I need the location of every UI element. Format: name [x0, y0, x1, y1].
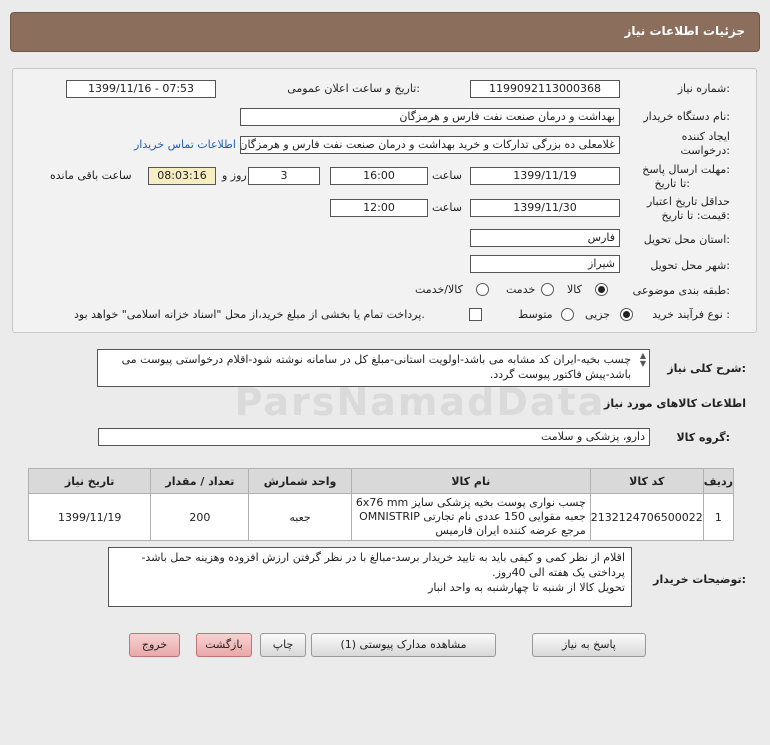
table-header-row: ردیف کد کالا نام کالا واحد شمارش تعداد /…: [27, 468, 735, 494]
need-number-field: 1199092113000368: [470, 80, 620, 98]
exit-button[interactable]: خروج: [129, 633, 180, 657]
category-option-goods-service: کالا/خدمت: [415, 283, 463, 296]
category-option-service: خدمت: [506, 283, 536, 296]
table-row: 1 2132124706500022 چسب نواری پوست بخیه پ…: [27, 493, 735, 541]
price-validity-date: 1399/11/30: [470, 199, 620, 217]
reply-days-field: 3: [248, 167, 320, 185]
requester-field: غلامعلی ده بزرگی تدارکات و خرید بهداشت و…: [240, 136, 620, 154]
process-type-label: نوع فرآیند خرید :: [652, 308, 730, 321]
treasury-payment-checkbox[interactable]: [469, 308, 482, 321]
cell-unit: جعبه: [248, 493, 352, 541]
buyer-notes-line-1: اقلام از نظر کمی و کیفی باید به تایید خر…: [141, 551, 625, 579]
price-validity-label-1: حداقل تاریخ اعتبار: [646, 195, 730, 208]
reply-deadline-date: 1399/11/19: [470, 167, 620, 185]
announce-datetime-label: تاریخ و ساعت اعلان عمومی:: [287, 82, 420, 95]
col-header-unit: واحد شمارش: [248, 468, 352, 494]
price-validity-time: 12:00: [330, 199, 428, 217]
province-field: فارس: [470, 229, 620, 247]
reply-days-label: روز و: [222, 169, 247, 182]
announce-datetime-field: 1399/11/16 - 07:53: [66, 80, 216, 98]
requester-label-2: درخواست:: [680, 144, 731, 157]
reply-deadline-time-label: ساعت: [432, 169, 462, 182]
category-radio-goods[interactable]: [595, 283, 608, 296]
price-validity-label-2: قیمت: تا تاریخ:: [661, 209, 730, 222]
treasury-payment-note: پرداخت تمام یا بخشی از مبلغ خرید،از محل …: [74, 308, 425, 321]
process-option-medium: متوسط: [518, 308, 553, 321]
category-label: طبقه بندی موضوعی:: [632, 284, 730, 297]
process-option-partial: جزیی: [585, 308, 611, 321]
cell-name: چسب نواری پوست بخیه پزشکی سایز 6x76 mm ج…: [350, 493, 591, 541]
goods-table: ردیف کد کالا نام کالا واحد شمارش تعداد /…: [27, 468, 735, 541]
process-radio-medium[interactable]: [561, 308, 574, 321]
col-header-name: نام کالا: [350, 468, 591, 494]
goods-group-label: گروه کالا:: [676, 431, 730, 444]
buyer-notes-box: اقلام از نظر کمی و کیفی باید به تایید خر…: [108, 547, 632, 607]
process-radio-partial[interactable]: [620, 308, 633, 321]
remaining-time-label: ساعت باقی مانده: [50, 169, 132, 182]
description-label: شرح کلی نیاز:: [667, 362, 746, 375]
col-header-qty: تعداد / مقدار: [150, 468, 250, 494]
province-label: استان محل تحویل:: [643, 233, 730, 246]
cell-qty: 200: [150, 493, 250, 541]
reply-button[interactable]: پاسخ به نیاز: [532, 633, 646, 657]
requester-label-1: ایجاد کننده: [681, 130, 730, 143]
buyer-notes-label: توضیحات خریدار:: [653, 573, 746, 586]
view-attachments-button[interactable]: مشاهده مدارک پیوستی (1): [311, 633, 496, 657]
page-header: جزئیات اطلاعات نیاز: [10, 12, 760, 52]
buyer-org-label: نام دستگاه خریدار:: [643, 110, 730, 123]
scroll-arrows-icon[interactable]: ▲ ▼: [640, 352, 646, 368]
cell-code: 2132124706500022: [589, 493, 704, 541]
col-header-code: کد کالا: [589, 468, 704, 494]
price-validity-time-label: ساعت: [432, 201, 462, 214]
back-button[interactable]: بازگشت: [196, 633, 252, 657]
category-radio-goods-service[interactable]: [476, 283, 489, 296]
city-field: شیراز: [470, 255, 620, 273]
cell-date: 1399/11/19: [27, 493, 152, 541]
buyer-contact-link[interactable]: اطلاعات تماس خریدار: [134, 138, 236, 151]
category-option-goods: کالا: [567, 283, 582, 296]
col-header-row: ردیف: [702, 468, 735, 494]
buyer-org-field: بهداشت و درمان صنعت نفت فارس و هرمزگان: [240, 108, 620, 126]
description-textarea[interactable]: چسب بخیه-ایران کد مشابه می باشد-اولویت ا…: [97, 349, 650, 387]
goods-section-title: اطلاعات کالاهای مورد نیاز: [604, 397, 746, 410]
print-button[interactable]: چاپ: [260, 633, 306, 657]
need-number-label: شماره نیاز:: [677, 82, 730, 95]
col-header-date: تاریخ نیاز: [27, 468, 152, 494]
reply-deadline-label-1: مهلت ارسال پاسخ:: [642, 163, 730, 176]
reply-deadline-time: 16:00: [330, 167, 428, 185]
city-label: شهر محل تحویل:: [650, 259, 730, 272]
cell-row: 1: [702, 493, 735, 541]
goods-group-field: دارو، پزشکی و سلامت: [98, 428, 650, 446]
category-radio-service[interactable]: [541, 283, 554, 296]
description-text: چسب بخیه-ایران کد مشابه می باشد-اولویت ا…: [121, 353, 631, 381]
page-title: جزئیات اطلاعات نیاز: [624, 24, 745, 38]
remaining-time-field: 08:03:16: [148, 167, 216, 185]
buyer-notes-line-2: تحویل کالا از شنبه تا چهارشنبه به واحد ا…: [428, 581, 625, 594]
reply-deadline-label-2: تا تاریخ:: [654, 177, 690, 190]
